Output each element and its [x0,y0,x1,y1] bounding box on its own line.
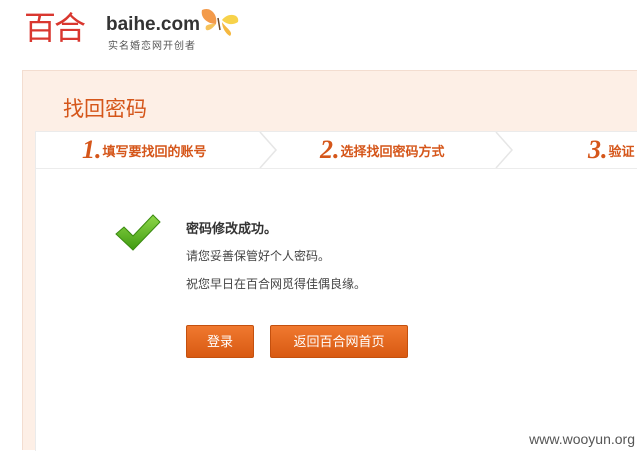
step-separator-icon [259,132,278,168]
step-2: 2.选择找回密码方式 [320,132,445,168]
logo-chinese-text: 百合 [24,9,86,47]
step-1-number: 1. [82,135,102,164]
success-line-2: 祝您早日在百合网觅得佳偶良缘。 [186,277,367,291]
step-2-label: 选择找回密码方式 [340,145,445,160]
step-3: 3.验证 [588,132,635,168]
logo-domain-text: baihe.com [106,14,200,35]
step-separator-icon [495,132,514,168]
success-title: 密码修改成功。 [186,222,278,237]
success-line-1: 请您妥善保管好个人密码。 [186,249,331,263]
step-2-number: 2. [320,135,340,164]
steps-progress-bar: 1.填写要找回的账号 2.选择找回密码方式 3.验证 [36,132,637,169]
content-box: 1.填写要找回的账号 2.选择找回密码方式 3.验证 密码修改成功。 请您妥善保… [35,131,637,451]
back-to-home-button[interactable]: 返回百合网首页 [270,325,408,358]
step-3-number: 3. [588,135,608,164]
password-recovery-panel: 找回密码 1.填写要找回的账号 2.选择找回密码方式 3.验证 密码修改成功。 … [22,70,637,451]
step-1: 1.填写要找回的账号 [82,132,207,168]
success-message-area: 密码修改成功。 请您妥善保管好个人密码。 祝您早日在百合网觅得佳偶良缘。 登录 … [114,212,534,412]
checkmark-icon [115,214,161,251]
logo-tagline: 实名婚恋网开创者 [108,41,196,52]
butterfly-icon [201,8,239,36]
watermark: www.wooyun.org [529,431,635,447]
step-1-label: 填写要找回的账号 [102,145,207,160]
site-logo[interactable]: 百合 baihe.com 实名婚恋网开创者 [22,6,252,56]
login-button[interactable]: 登录 [186,325,254,358]
step-3-label: 验证 [608,145,635,160]
page-title: 找回密码 [63,97,147,121]
